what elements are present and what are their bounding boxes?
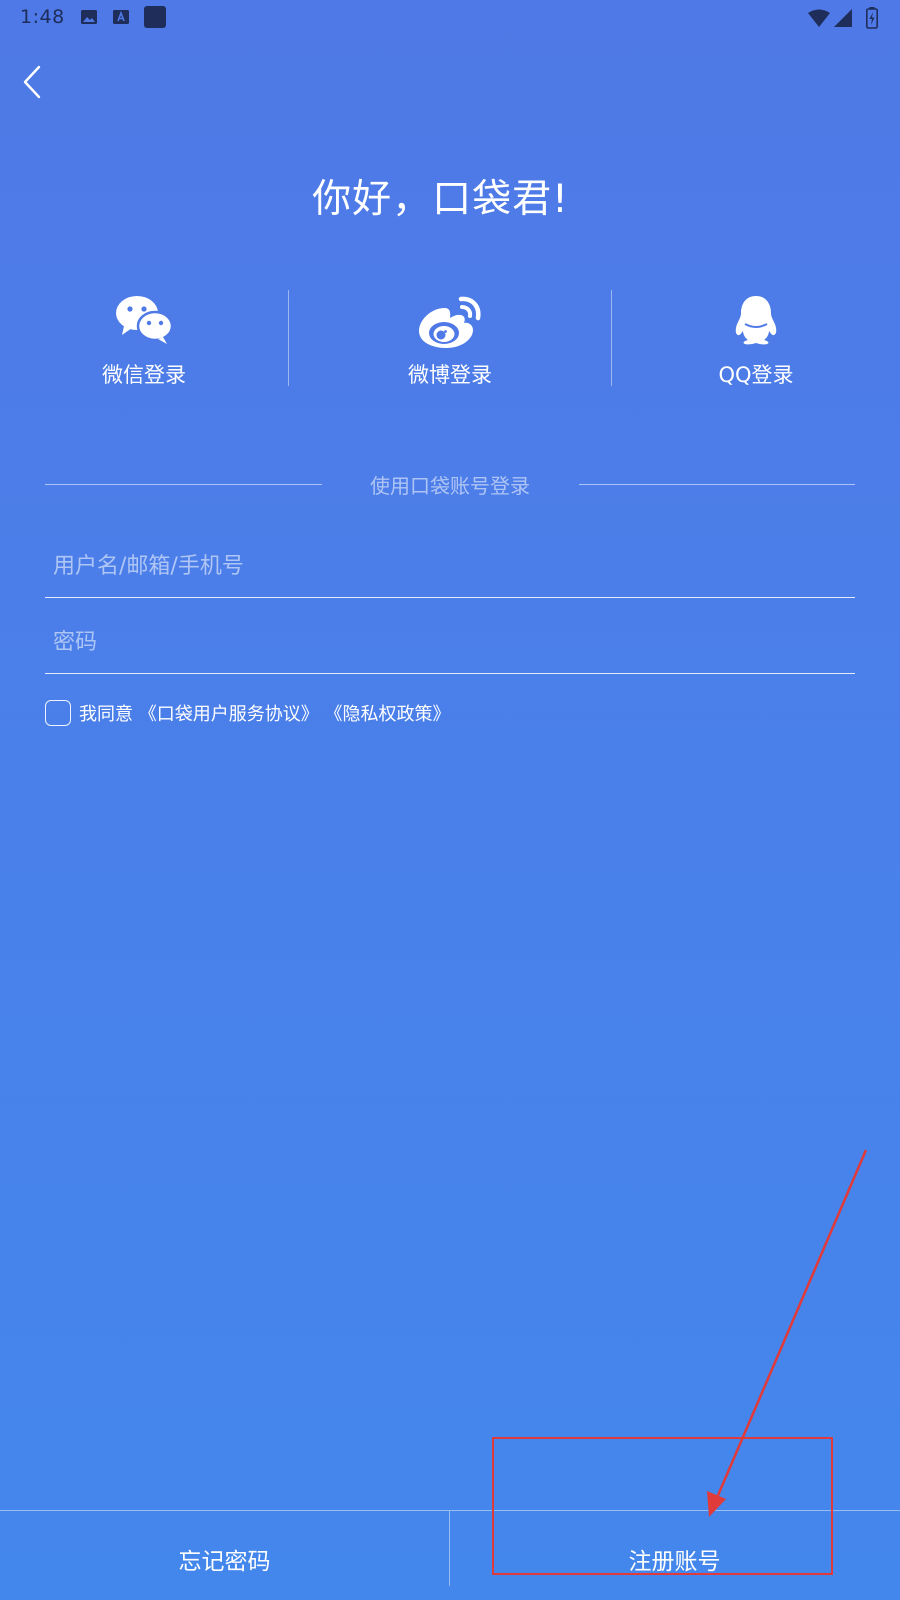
agreement-row: 我同意 《口袋用户服务协议》 《隐私权政策》 [45, 698, 450, 728]
wechat-login-label: 微信登录 [102, 363, 186, 387]
divider-line-right [579, 484, 855, 485]
divider-line-left [45, 484, 322, 485]
chevron-left-icon [22, 65, 42, 103]
font-notification-icon [112, 8, 130, 30]
wechat-icon [115, 294, 174, 348]
agreement-checkbox[interactable] [45, 700, 71, 726]
wechat-login-button[interactable]: 微信登录 [4, 290, 284, 390]
social-login-row: 微信登录 微博登录 QQ登录 [0, 290, 900, 390]
wifi-icon [808, 9, 830, 31]
username-input[interactable] [53, 543, 843, 589]
status-bar: 1:48 [0, 0, 900, 40]
weibo-icon [417, 294, 483, 354]
username-field [45, 537, 855, 598]
signal-icon [834, 9, 852, 31]
weibo-login-label: 微博登录 [408, 363, 492, 387]
password-field [45, 613, 855, 674]
page-title: 你好，口袋君! [312, 177, 569, 222]
status-time: 1:48 [20, 6, 65, 28]
agreement-prefix: 我同意 [79, 704, 133, 725]
qq-login-label: QQ登录 [718, 363, 794, 387]
login-screen: 1:48 你好，口袋君! 微信登录 微博登录 QQ登录 使用口袋账号登录 用户名… [0, 0, 900, 1600]
agreement-text: 我同意 《口袋用户服务协议》 《隐私权政策》 [79, 700, 450, 726]
account-login-caption: 使用口袋账号登录 [370, 474, 530, 498]
terms-link[interactable]: 《口袋用户服务协议》 [139, 704, 319, 725]
battery-icon [866, 7, 878, 33]
password-input[interactable] [53, 619, 843, 665]
forgot-password-button[interactable]: 忘记密码 [0, 1511, 449, 1600]
annotation-highlight-box [492, 1437, 833, 1575]
annotation-arrow [707, 1149, 868, 1517]
image-notification-icon [80, 8, 98, 30]
social-divider [288, 290, 289, 386]
app-notification-icon [144, 6, 166, 32]
social-divider [611, 290, 612, 386]
privacy-link[interactable]: 《隐私权政策》 [324, 704, 450, 725]
back-button[interactable] [14, 64, 50, 104]
qq-icon [733, 294, 779, 350]
weibo-login-button[interactable]: 微博登录 [310, 290, 590, 390]
qq-login-button[interactable]: QQ登录 [616, 290, 896, 390]
